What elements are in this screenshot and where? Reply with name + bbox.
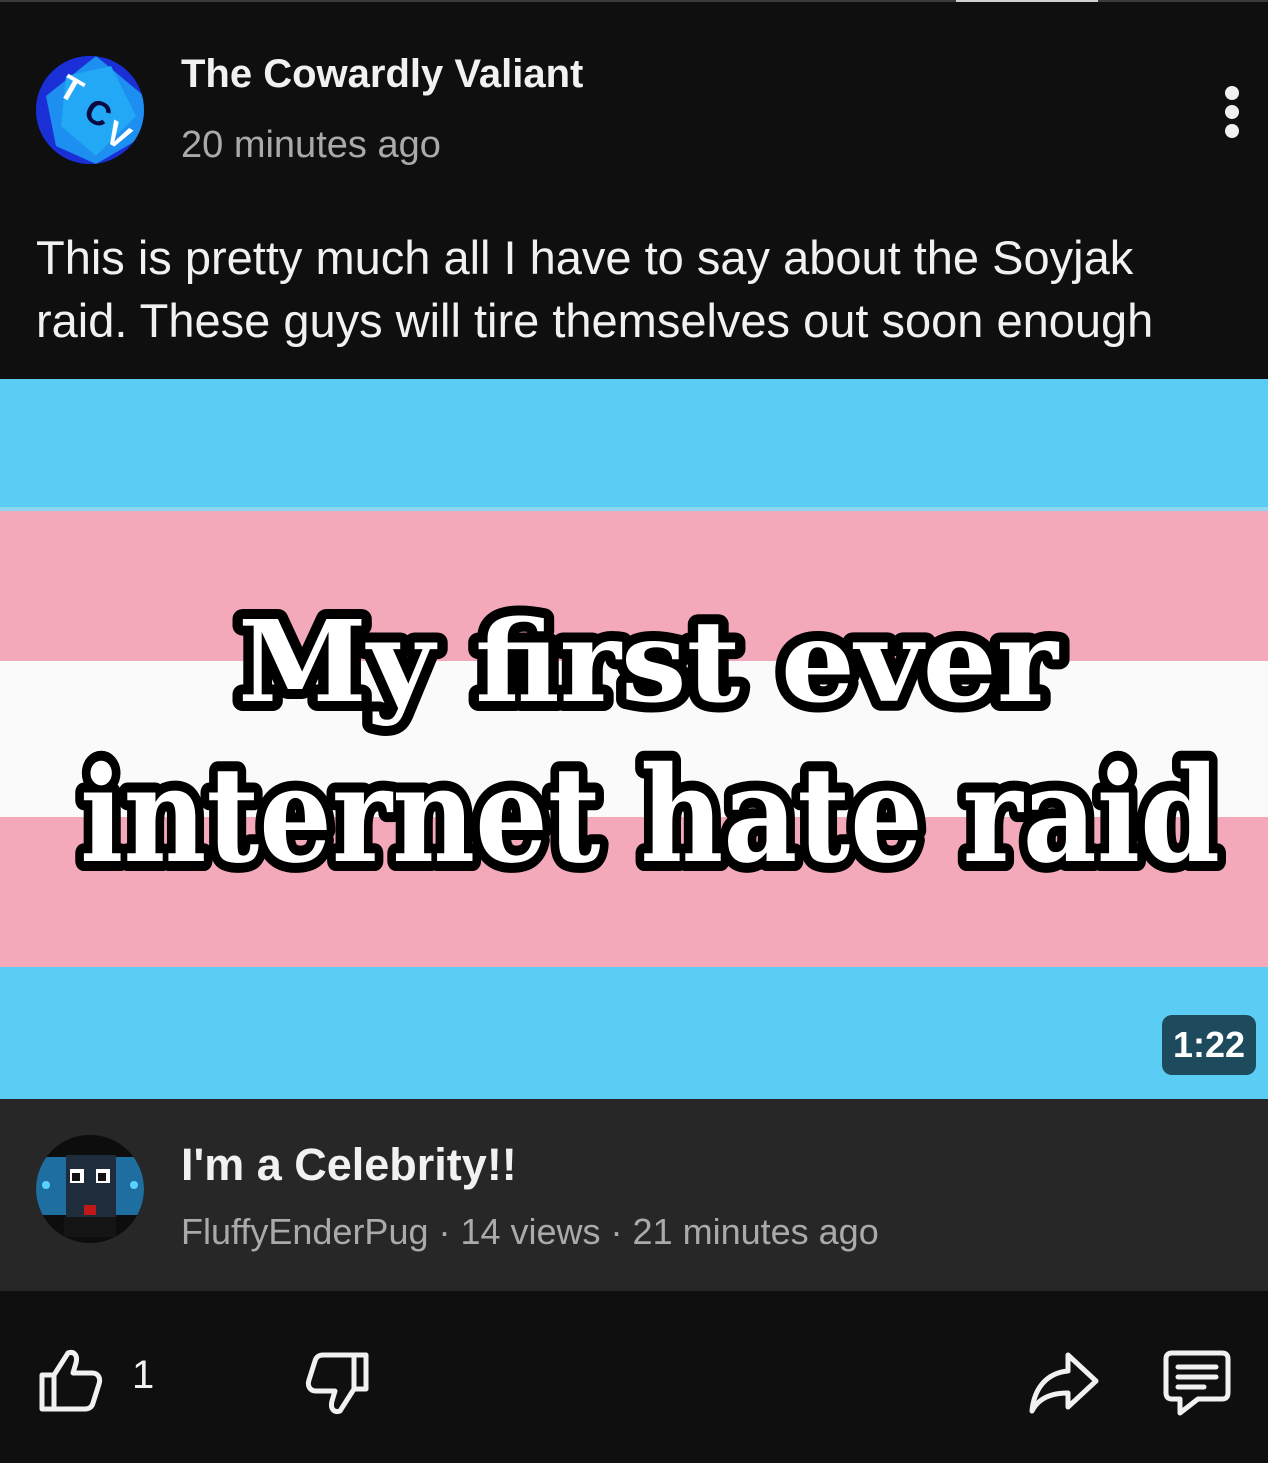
thumbs-up-icon xyxy=(39,1350,103,1412)
post-time: 20 minutes ago xyxy=(181,124,441,166)
thumbnail-caption: My first ever internet hate raid xyxy=(70,587,1230,903)
share-button[interactable] xyxy=(1028,1349,1100,1415)
dislike-button[interactable] xyxy=(302,1349,372,1419)
meta-separator: · xyxy=(600,1211,633,1252)
upload-time: 21 minutes ago xyxy=(632,1211,879,1252)
comment-icon xyxy=(1163,1350,1231,1416)
more-options-button[interactable] xyxy=(1208,80,1256,144)
video-title[interactable]: I'm a Celebrity!! xyxy=(181,1139,517,1191)
tcv-logo: T C V xyxy=(36,56,144,164)
video-thumbnail[interactable]: My first ever internet hate raid 1:22 xyxy=(0,379,1268,1099)
channel-name[interactable]: The Cowardly Valiant xyxy=(181,52,583,97)
uploader-avatar[interactable] xyxy=(36,1135,144,1243)
more-dot-icon xyxy=(1225,124,1239,138)
action-bar: 1 xyxy=(0,1291,1268,1463)
comment-button[interactable] xyxy=(1162,1349,1232,1419)
uploader-name[interactable]: FluffyEnderPug xyxy=(181,1211,428,1252)
thumbnail-line-2: internet hate raid xyxy=(80,738,1220,893)
post-text: This is pretty much all I have to say ab… xyxy=(36,231,1154,347)
thumbs-down-icon xyxy=(305,1352,369,1414)
enderpug-avatar-icon xyxy=(36,1135,144,1243)
more-dot-icon xyxy=(1225,86,1239,100)
post-header: T C V The Cowardly Valiant 20 minutes ag… xyxy=(0,0,1268,200)
channel-avatar[interactable]: T C V xyxy=(36,56,144,164)
thumbnail-line-1: My first ever xyxy=(238,597,1060,728)
more-dot-icon xyxy=(1225,105,1239,119)
duration-badge: 1:22 xyxy=(1162,1015,1256,1075)
like-count: 1 xyxy=(132,1353,155,1397)
like-button[interactable] xyxy=(36,1345,106,1415)
meta-separator: · xyxy=(428,1211,461,1252)
video-meta: FluffyEnderPug · 14 views · 21 minutes a… xyxy=(181,1211,879,1253)
view-count: 14 views xyxy=(460,1211,601,1252)
share-icon xyxy=(1029,1352,1099,1414)
video-info[interactable]: I'm a Celebrity!! FluffyEnderPug · 14 vi… xyxy=(0,1099,1268,1291)
